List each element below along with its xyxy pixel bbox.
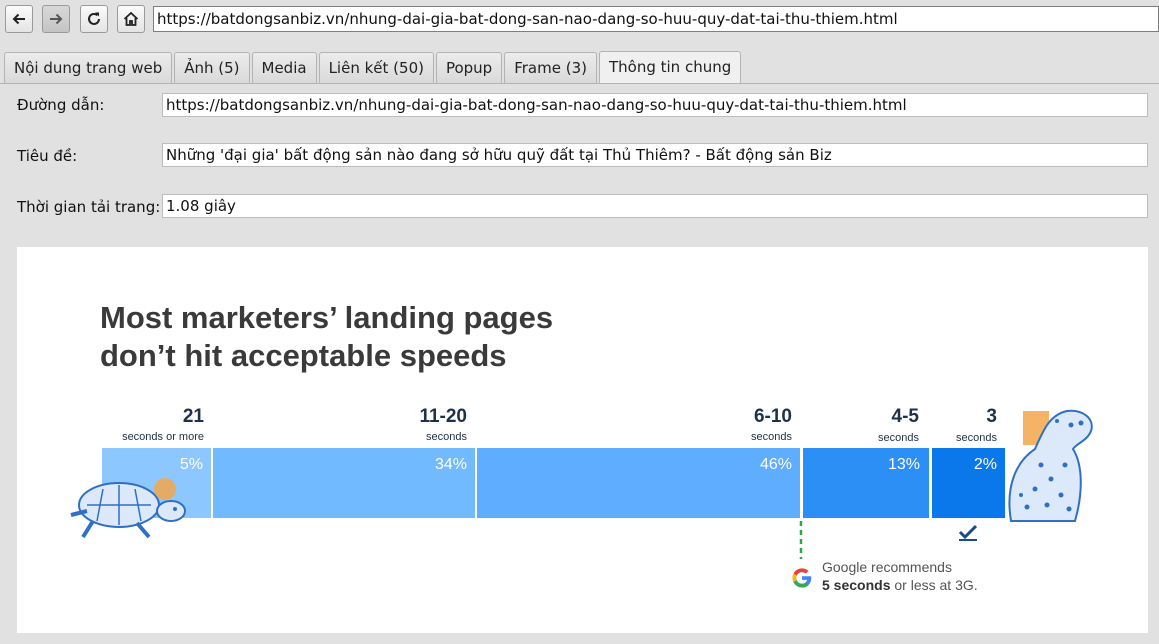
- tab-media[interactable]: Media: [251, 52, 317, 83]
- bar-segment-11-20: 34%: [213, 448, 475, 518]
- segment-sub-4-5: seconds: [878, 432, 919, 444]
- preview-headline: Most marketers’ landing pages don’t hit …: [100, 299, 553, 375]
- segment-label-3: 3: [986, 406, 997, 427]
- back-button[interactable]: [5, 5, 33, 33]
- reload-button[interactable]: [80, 5, 108, 33]
- title-label: Tiêu đề:: [17, 147, 78, 165]
- tab-general-info[interactable]: Thông tin chung: [598, 51, 742, 84]
- tab-frame[interactable]: Frame (3): [504, 52, 597, 83]
- cheetah-icon: [1008, 409, 1093, 522]
- segment-label-21: 21: [182, 406, 204, 427]
- tab-popup[interactable]: Popup: [435, 52, 503, 83]
- arrow-right-icon: [50, 13, 63, 25]
- load-time-label: Thời gian tải trang:: [17, 198, 161, 216]
- load-time-field[interactable]: 1.08 giây: [162, 194, 1148, 218]
- page-preview-image: Most marketers’ landing pages don’t hit …: [17, 247, 1148, 633]
- title-field[interactable]: Những 'đại gia' bất động sản nào đang sở…: [162, 143, 1148, 167]
- segment-label-6-10: 6-10: [753, 406, 792, 427]
- browser-toolbar: https://batdongsanbiz.vn/nhung-dai-gia-b…: [0, 0, 1159, 38]
- url-field[interactable]: https://batdongsanbiz.vn/nhung-dai-gia-b…: [162, 93, 1148, 117]
- headline-line-1: Most marketers’ landing pages: [100, 300, 554, 335]
- bar-pct-11-20: 34%: [434, 456, 467, 473]
- home-icon: [123, 11, 139, 26]
- turtle-icon: [70, 478, 186, 539]
- forward-button[interactable]: [42, 5, 70, 33]
- url-label: Đường dẫn:: [17, 96, 105, 114]
- tab-links[interactable]: Liên kết (50): [318, 52, 434, 83]
- segment-sub-11-20: seconds: [426, 431, 467, 443]
- google-rec-rest: or less at 3G.: [890, 577, 978, 593]
- google-logo-icon: [792, 568, 812, 588]
- segment-label-11-20: 11-20: [419, 406, 467, 427]
- headline-line-2: don’t hit acceptable speeds: [100, 338, 507, 373]
- home-button[interactable]: [117, 5, 145, 33]
- bar-segment-6-10: 46%: [477, 448, 800, 518]
- bar-pct-6-10: 46%: [759, 456, 792, 473]
- arrow-left-icon: [12, 13, 25, 25]
- recommendation-marker: [799, 521, 803, 559]
- tab-page-content[interactable]: Nội dung trang web: [4, 52, 173, 83]
- bar-pct-4-5: 13%: [887, 456, 920, 473]
- checkmark-icon: [958, 524, 978, 541]
- google-rec-bold: 5 seconds: [822, 577, 891, 593]
- tab-strip: Nội dung trang web Ảnh (5) Media Liên kế…: [4, 51, 743, 84]
- google-rec-line-1: Google recommends: [822, 559, 952, 575]
- segment-sub-6-10: seconds: [751, 431, 792, 443]
- segment-sub-21: seconds or more: [122, 431, 204, 443]
- google-recommendation: Google recommends 5 seconds or less at 3…: [822, 558, 978, 594]
- segment-label-4-5: 4-5: [891, 406, 919, 427]
- tab-images[interactable]: Ảnh (5): [174, 52, 250, 83]
- tab-divider: [0, 83, 1159, 84]
- google-rec-line-2: 5 seconds or less at 3G.: [822, 576, 978, 594]
- bar-pct-21: 5%: [179, 456, 203, 473]
- bar-segment-4-5: 13%: [803, 448, 929, 518]
- address-bar[interactable]: https://batdongsanbiz.vn/nhung-dai-gia-b…: [153, 6, 1159, 32]
- reload-icon: [88, 12, 100, 25]
- segment-sub-3: seconds: [956, 432, 997, 444]
